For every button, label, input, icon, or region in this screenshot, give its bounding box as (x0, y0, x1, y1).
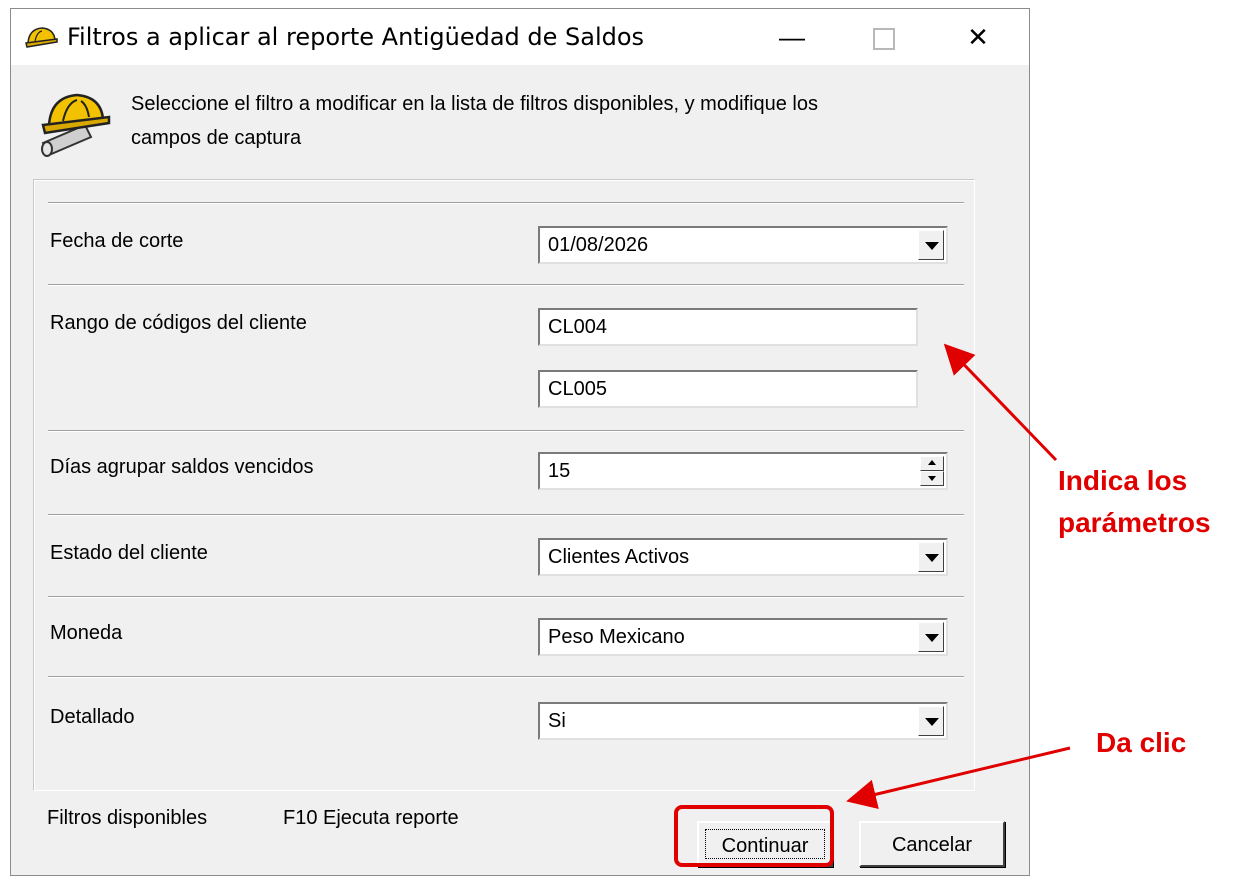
annotation-arrows (846, 343, 1071, 810)
arrow-to-continuar (846, 746, 1071, 810)
arrow-to-parametros (943, 343, 1058, 462)
